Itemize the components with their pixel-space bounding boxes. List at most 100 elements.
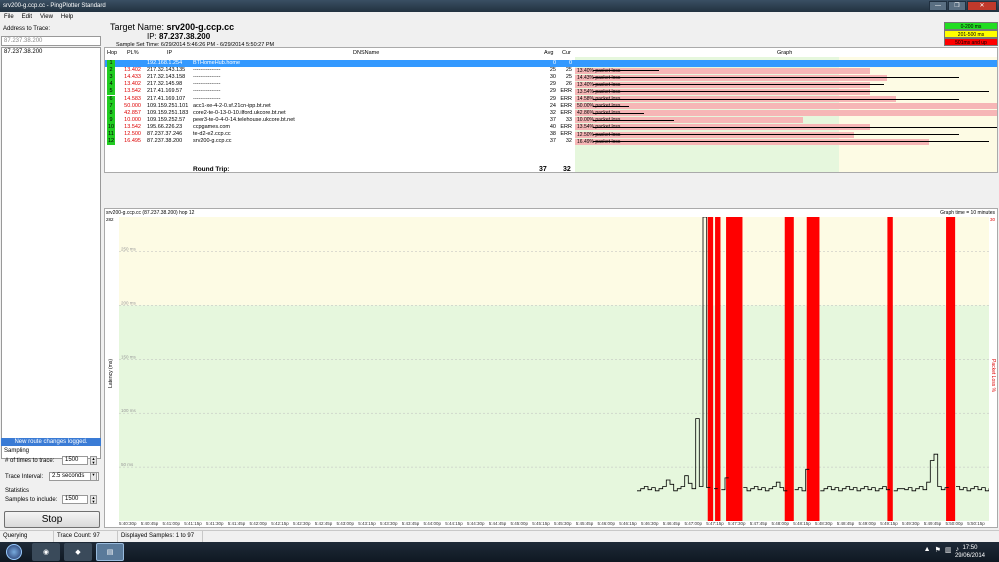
x-tick-label: 5:41:45p	[227, 521, 246, 526]
hop-row[interactable]: 1 192.168.1.254 BTHomeHub.home 0 0	[105, 60, 997, 67]
hop-row[interactable]: 12 16.495 87.237.38.200 srv200-g.ccp.cc 37 32…	[105, 138, 997, 146]
hop-row[interactable]: 3 14.433 217.32.143.158 --------------- 30 25…	[105, 74, 997, 82]
hop-number: 6	[107, 95, 115, 103]
clock[interactable]: 17:50 29/06/2014	[955, 544, 985, 560]
packet-loss-column	[788, 217, 794, 521]
col-cur[interactable]: Cur	[562, 50, 571, 56]
samples-input[interactable]: 1500	[62, 495, 88, 504]
hop-ip: 87.237.38.200	[147, 138, 183, 145]
latency-range-line	[593, 141, 989, 143]
packet-loss-percent: 10.000	[124, 116, 141, 123]
x-tick-label: 5:42:00p	[249, 521, 268, 526]
samples-spinner[interactable]: ▲ ▼	[90, 495, 97, 504]
graph-time-label[interactable]: Graph time = 10 minutes	[940, 210, 995, 216]
hop-ip: 217.32.145.98	[147, 81, 183, 88]
packet-loss-label: 50.00% packet loss	[577, 103, 621, 110]
col-pl[interactable]: PL%	[127, 50, 139, 56]
hop-row[interactable]: 11 12.500 87.237.37.246 te-d2-e2.ccp.cc 38 ER…	[105, 131, 997, 138]
packet-loss-column	[715, 217, 721, 521]
packet-loss-column	[707, 217, 714, 521]
time-graph[interactable]: srv200-g.ccp.cc (87.237.38.200) hop 12 G…	[104, 208, 998, 528]
x-tick-label: 5:43:45p	[401, 521, 420, 526]
hop-row[interactable]: 2 13.402 217.32.143.135 --------------- 25 25…	[105, 67, 997, 75]
pl-max-label: 30	[990, 217, 996, 222]
hop-number: 10	[107, 123, 115, 131]
times-to-trace-input[interactable]: 1500	[62, 456, 88, 465]
x-tick-label: 5:44:30p	[467, 521, 485, 526]
col-ip[interactable]: IP	[167, 50, 172, 56]
packet-loss-percent: 12.500	[124, 131, 141, 137]
chevron-down-icon[interactable]: ▼	[90, 472, 97, 481]
hop-row[interactable]: 9 10.000 109.159.252.57 peer3-te-0-4-0-14.t…	[105, 116, 997, 124]
menu-edit[interactable]: Edit	[22, 12, 32, 22]
packet-loss-percent: 16.495	[124, 138, 141, 145]
x-tick-label: 5:41:30p	[206, 521, 224, 526]
stop-button[interactable]: Stop	[4, 511, 100, 528]
y-tick-label: 250 ms	[121, 246, 137, 251]
hop-row[interactable]: 6 14.583 217.41.169.107 --------------- 29 ER…	[105, 95, 997, 103]
address-label: Address to Trace:	[3, 26, 51, 32]
hop-row[interactable]: 7 50.000 109.159.251.101 acc1-xe-4-2-0.sf.2…	[105, 102, 997, 110]
packet-loss-label: 13.40% packet loss	[577, 81, 621, 88]
network-icon[interactable]: ▥	[945, 546, 952, 554]
samples-label: Samples to include:	[5, 497, 58, 503]
hop-cur: 33	[565, 116, 572, 123]
hop-table[interactable]: Hop PL% IP DNSName Avg Cur Graph 1 192.16…	[104, 47, 998, 173]
hop-row[interactable]: 5 13.542 217.41.169.57 --------------- 29 ERR…	[105, 88, 997, 96]
col-dnsname[interactable]: DNSName	[353, 50, 379, 56]
hop-number: 9	[107, 116, 115, 124]
x-tick-label: 5:49:30p	[902, 521, 920, 526]
hop-number: 5	[107, 88, 115, 96]
x-tick-label: 5:43:15p	[358, 521, 376, 526]
hop-cur: 32	[565, 138, 572, 145]
displayed-samples: Displayed Samples: 1 to 97	[118, 531, 204, 542]
statistics-label: Statistics	[5, 488, 30, 494]
hop-cur: ERR	[560, 131, 572, 137]
ip-label: IP:	[147, 32, 157, 41]
close-button[interactable]: ✕	[967, 1, 997, 11]
x-tick-label: 5:45:00p	[510, 521, 529, 526]
packet-loss-percent: 14.583	[124, 95, 141, 102]
address-input[interactable]: 87.237.38.200	[1, 36, 101, 46]
hop-number: 3	[107, 74, 115, 82]
minimize-button[interactable]: —	[929, 1, 947, 11]
roundtrip-avg: 37	[539, 166, 547, 173]
x-tick-label: 5:44:00p	[423, 521, 442, 526]
latency-range-line	[593, 134, 959, 135]
col-hop[interactable]: Hop	[107, 50, 117, 56]
col-graph[interactable]: Graph	[777, 50, 792, 56]
arrow-up-icon[interactable]: ▲	[924, 546, 931, 554]
menu-help[interactable]: Help	[61, 12, 73, 22]
col-avg[interactable]: Avg	[544, 50, 553, 56]
packet-loss-percent: 13.542	[124, 88, 141, 95]
hop-row[interactable]: 10 13.542 195.66.226.23 ccpgames.com 40 ERR 13…	[105, 123, 997, 131]
packet-loss-percent: 13.402	[124, 67, 141, 74]
hop-row[interactable]: 4 13.402 217.32.145.98 --------------- 29 26 1…	[105, 81, 997, 89]
maximize-button[interactable]: ❐	[948, 1, 966, 11]
flag-icon[interactable]: ⚑	[935, 546, 941, 554]
x-tick-label: 5:47:15p	[706, 521, 724, 526]
hop-number: 7	[107, 102, 115, 110]
window-titlebar: srv200-g.ccp.cc - PingPlotter Standard	[0, 0, 999, 12]
list-item[interactable]: 87.237.38.200	[2, 48, 100, 56]
packet-loss-label: 13.40% packet loss	[577, 67, 621, 74]
latency-range-line	[593, 84, 884, 86]
times-spinner[interactable]: ▲ ▼	[90, 456, 97, 465]
route-change-banner[interactable]: New route changes logged.	[1, 438, 101, 446]
hop-avg: 29	[549, 95, 556, 102]
eve-icon[interactable]: ◆	[64, 543, 92, 561]
firefox-icon[interactable]: ◉	[32, 543, 60, 561]
y-tick-label: 200 ms	[121, 300, 137, 305]
latency-range-line	[593, 98, 959, 100]
packet-loss-column	[949, 217, 956, 521]
start-button[interactable]	[6, 544, 22, 560]
packet-loss-label: 13.54% packet loss	[577, 88, 621, 95]
hop-cur: ERR	[560, 88, 572, 95]
menu-view[interactable]: View	[40, 12, 53, 22]
menu-file[interactable]: File	[4, 12, 14, 22]
pingplotter-icon[interactable]: ▤	[96, 543, 124, 561]
hop-row[interactable]: 8 42.857 109.159.251.183 core2-te-0-13-0-10…	[105, 109, 997, 117]
latency-plot[interactable]: 250 ms 200 ms 150 ms 100 ms 50 ms	[119, 217, 989, 521]
hop-number: 11	[107, 131, 115, 138]
address-history-list[interactable]: 87.237.38.200	[1, 47, 101, 459]
